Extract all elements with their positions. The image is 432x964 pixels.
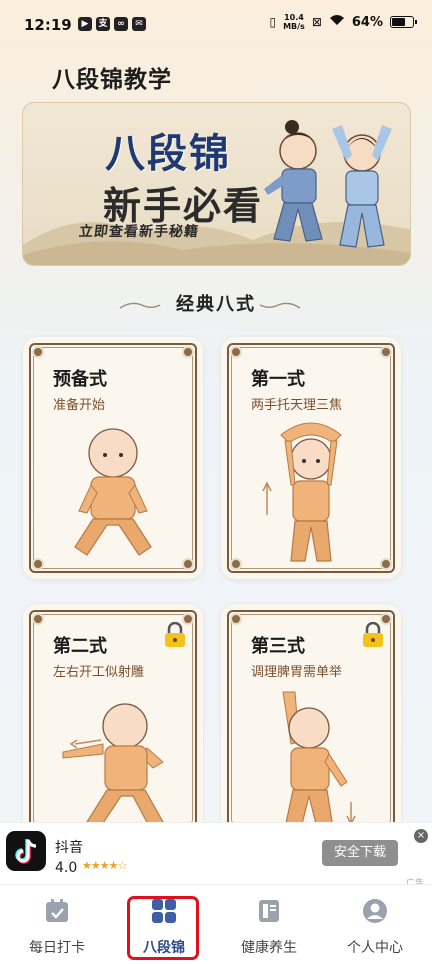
douyin-logo-icon xyxy=(6,831,46,871)
bottom-navigation: 每日打卡 八段锦 健康养生 个人中心 xyxy=(0,884,432,964)
ad-close-icon[interactable]: × xyxy=(414,829,428,843)
card-title: 第一式 xyxy=(251,369,305,390)
nav-label: 健康养生 xyxy=(241,940,297,956)
banner-title: 八段锦 xyxy=(105,130,231,177)
pose-illustration xyxy=(282,691,356,829)
status-bar: 12:19 ▶ 支 ∞ ✉ ▯ 10.4 MB/s ⊠ 64% xyxy=(0,0,432,52)
section-right-decoration xyxy=(259,302,301,309)
link-notification-icon: ∞ xyxy=(114,17,128,31)
ad-app-name: 抖音 xyxy=(55,840,83,856)
ad-star-rating: ★★★★☆ xyxy=(82,859,127,872)
nav-item-profile[interactable]: 个人中心 xyxy=(330,897,420,957)
pose-card-1[interactable]: 第一式 两手托天理三焦 xyxy=(221,337,401,579)
nav-label: 个人中心 xyxy=(347,940,403,956)
message-notification-icon: ✉ xyxy=(132,17,146,31)
section-title: 经典八式 xyxy=(176,294,256,315)
calendar-check-icon xyxy=(46,899,68,922)
ad-rating: 4.0 xyxy=(55,860,78,876)
banner-cta-text: 立即查看新手秘籍 xyxy=(78,224,200,240)
no-sim-icon: ⊠ xyxy=(311,15,322,29)
card-description: 两手托天理三焦 xyxy=(251,398,343,413)
card-title: 预备式 xyxy=(53,369,107,390)
card-description: 左右开工似射雕 xyxy=(53,665,145,680)
pose-illustration xyxy=(62,703,164,827)
active-tab-highlight xyxy=(127,896,199,960)
ad-banner[interactable]: 抖音 4.0 ★★★★☆ 安全下载 × 广告 xyxy=(0,822,432,889)
network-speed: 10.4 MB/s xyxy=(283,13,305,31)
nav-item-daily-checkin[interactable]: 每日打卡 xyxy=(12,897,102,957)
beginner-banner[interactable]: 八段锦 新手必看 立即查看新手秘籍 xyxy=(22,102,411,266)
page-title: 八段锦教学 xyxy=(52,67,172,93)
vibrate-icon: ▯ xyxy=(269,15,277,29)
status-time: 12:19 xyxy=(24,16,72,34)
play-notification-icon: ▶ xyxy=(78,17,92,31)
status-right: ▯ 10.4 MB/s ⊠ 64% xyxy=(269,13,417,31)
card-title: 第三式 xyxy=(251,636,305,657)
book-icon xyxy=(259,900,279,922)
lock-icon xyxy=(363,622,383,647)
wifi-icon xyxy=(329,14,345,30)
battery-percent: 64% xyxy=(351,14,383,30)
kids-illustration xyxy=(264,120,392,248)
pose-illustration xyxy=(262,422,342,562)
card-description: 调理脾胃需单举 xyxy=(251,665,343,680)
battery-icon xyxy=(390,16,417,28)
notification-icons: ▶ 支 ∞ ✉ xyxy=(78,17,146,31)
ad-download-button[interactable]: 安全下载 xyxy=(322,840,398,866)
pose-card-2[interactable]: 第二式 左右开工似射雕 xyxy=(23,604,203,834)
pose-card-prep[interactable]: 预备式 准备开始 xyxy=(23,337,203,579)
pose-card-3[interactable]: 第三式 调理脾胃需单举 xyxy=(221,604,401,834)
nav-label: 每日打卡 xyxy=(29,940,85,956)
card-title: 第二式 xyxy=(53,636,107,657)
card-description: 准备开始 xyxy=(53,398,106,413)
lock-icon xyxy=(165,622,185,647)
pose-illustration xyxy=(74,428,152,556)
nav-item-health[interactable]: 健康养生 xyxy=(224,897,314,957)
alipay-notification-icon: 支 xyxy=(96,17,110,31)
person-icon xyxy=(363,899,387,923)
